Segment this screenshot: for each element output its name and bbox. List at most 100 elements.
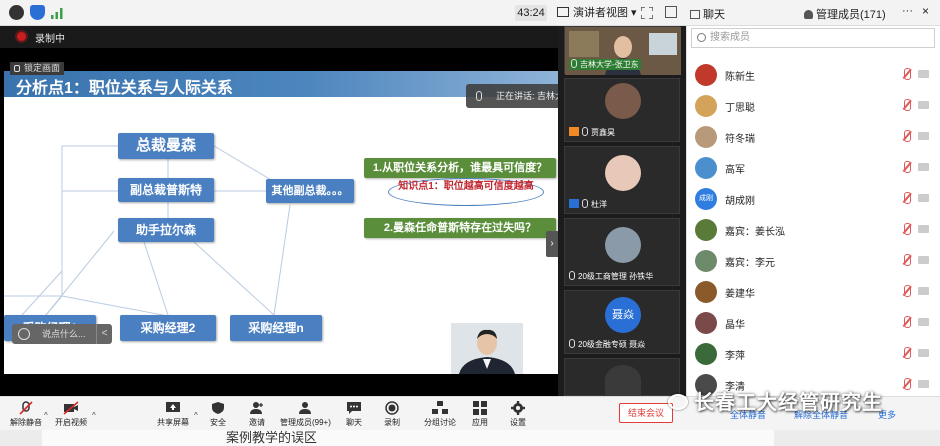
camera-icon[interactable] [918,101,929,109]
muted-mic-icon[interactable] [904,161,911,173]
person-icon [569,127,579,136]
member-name: 胡成刚 [725,196,755,207]
info-icon[interactable] [9,5,24,20]
muted-mic-icon[interactable] [904,285,911,297]
video-tile[interactable]: 贾鑫昊 [564,78,680,142]
member-row[interactable]: 嘉宾：姜长泓 [695,219,931,241]
avatar [695,157,717,179]
person-icon [569,199,579,208]
chat-button[interactable]: 聊天 [346,401,362,428]
shield-icon [212,402,224,414]
view-mode-dropdown[interactable]: 演讲者视图 ▾ [557,4,637,22]
member-row[interactable]: 陈新生 [695,64,931,86]
video-tile[interactable]: 吉林大学-张卫东 [564,26,681,75]
start-video-button[interactable]: 开启视频 [55,401,87,428]
signal-icon[interactable] [51,6,63,19]
members-tab[interactable]: 管理成员(171) [804,6,886,22]
invite-button[interactable]: 邀请 [249,401,265,428]
avatar [695,250,717,272]
muted-mic-icon[interactable] [904,223,911,235]
members-icon [299,402,312,414]
muted-mic-icon[interactable] [904,254,911,266]
emoji-icon[interactable] [18,328,30,340]
record-button[interactable]: 录制 [384,401,400,428]
muted-mic-icon[interactable] [904,378,911,390]
avatar [695,64,717,86]
settings-button[interactable]: 设置 [510,401,526,428]
member-name: 高军 [725,165,745,176]
member-row[interactable]: 符冬瑞 [695,126,931,148]
camera-icon[interactable] [918,256,929,264]
member-row[interactable]: 李萍 [695,343,931,365]
muted-mic-icon[interactable] [904,130,911,142]
member-row[interactable]: 姜建华 [695,281,931,303]
lock-screen-button[interactable]: 锁定画面 [10,62,65,75]
camera-icon[interactable] [918,225,929,233]
share-screen-button[interactable]: 共享屏幕 [157,401,189,428]
camera-icon[interactable] [918,318,929,326]
member-search-input[interactable]: 搜索成员 [691,28,935,48]
muted-mic-icon [19,401,33,415]
manage-members-button[interactable]: 管理成员(99+) [280,401,331,428]
gear-icon [511,401,525,415]
shared-slide: 分析点1：职位关系与人际关系 总裁曼森 副总裁普斯特 其他副总裁。。。 助手拉尔… [4,71,558,374]
collapse-video-panel-button[interactable]: › [546,231,558,257]
shield-icon[interactable] [30,5,45,20]
fullscreen-icon[interactable] [640,6,654,20]
audio-options-caret[interactable]: ^ [44,411,48,420]
avatar [695,343,717,365]
video-options-caret[interactable]: ^ [92,411,96,420]
box-ceo: 总裁曼森 [118,133,214,159]
member-row[interactable]: 嘉宾：李元 [695,250,931,272]
unmute-button[interactable]: 解除静音 [10,401,42,428]
end-meeting-button[interactable]: 结束会议 [619,403,673,423]
video-tile[interactable]: 杜洋 [564,146,680,214]
avatar [695,312,717,334]
underlying-document: 案例教学的误区 [0,430,940,446]
share-options-caret[interactable]: ^ [194,411,198,420]
member-row[interactable]: 晶华 [695,312,931,334]
more-options-button[interactable]: ··· [902,5,913,17]
chat-input-pill[interactable]: 说点什么... < [12,324,112,344]
collapse-chat-icon[interactable]: < [96,324,112,344]
member-name: 姜建华 [725,289,755,300]
meeting-timer: 43:24 [515,5,547,21]
chat-icon [347,402,361,414]
camera-icon[interactable] [918,163,929,171]
pin-icon [14,65,20,72]
top-bar: 43:24 演讲者视图 ▾ [0,0,686,26]
member-name: 晶华 [725,320,745,331]
avatar [695,281,717,303]
avatar [695,95,717,117]
member-name: 符冬瑞 [725,134,755,145]
security-button[interactable]: 安全 [210,401,226,428]
camera-icon[interactable] [918,70,929,78]
video-tile[interactable] [564,358,680,396]
close-panel-button[interactable]: × [922,4,929,18]
member-row[interactable]: 成刚 胡成刚 [695,188,931,210]
muted-mic-icon[interactable] [904,68,911,80]
camera-icon[interactable] [918,287,929,295]
apps-button[interactable]: 应用 [472,401,488,428]
camera-icon[interactable] [918,194,929,202]
video-tile[interactable]: 20级工商管理 孙铁华 [564,218,680,286]
participant-name: 杜洋 [569,199,607,210]
muted-mic-icon[interactable] [904,316,911,328]
muted-mic-icon[interactable] [904,347,911,359]
camera-icon[interactable] [918,349,929,357]
muted-mic-icon[interactable] [904,99,911,111]
document-heading: 案例教学的误区 [226,430,318,445]
member-row[interactable]: 高军 [695,157,931,179]
video-tile[interactable]: 聂焱 20级金融专硕 聂焱 [564,290,680,354]
camera-icon[interactable] [918,132,929,140]
member-row[interactable]: 丁思聪 [695,95,931,117]
chat-icon [690,10,700,19]
breakout-rooms-button[interactable]: 分组讨论 [424,401,456,428]
avatar [605,83,641,119]
camera-icon[interactable] [918,380,929,388]
muted-mic-icon[interactable] [904,192,911,204]
chat-tab[interactable]: 聊天 [690,6,725,22]
avatar [695,219,717,241]
layout-icon[interactable] [665,6,677,18]
presenter-video [451,323,523,374]
